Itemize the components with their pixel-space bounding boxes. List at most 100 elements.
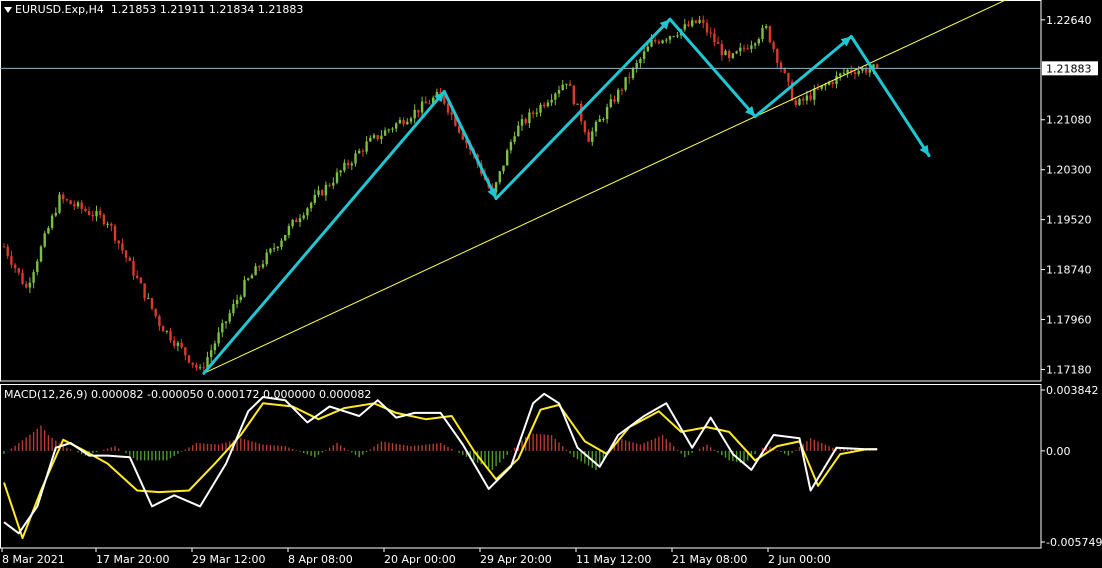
price-tick-label: 1.22640: [1046, 14, 1092, 27]
candle-body: [779, 62, 783, 69]
candle-body: [857, 70, 860, 75]
candle-body: [173, 340, 176, 346]
candle-body: [99, 210, 102, 215]
candle-body: [387, 129, 390, 131]
candle-body: [635, 63, 638, 68]
candle-body: [128, 257, 131, 261]
candle-body: [802, 98, 805, 101]
candle-body: [746, 48, 749, 50]
candle-body: [753, 43, 757, 46]
candle-body: [624, 77, 627, 90]
candle-body: [202, 367, 205, 369]
ohlc-close: 1.21883: [257, 3, 304, 16]
candle-body: [47, 227, 50, 234]
candle-body: [550, 99, 553, 103]
candle-body: [321, 190, 324, 196]
candle-body: [572, 85, 575, 105]
candle-body: [383, 130, 387, 136]
candle-body: [772, 42, 775, 50]
candle-body: [761, 27, 764, 40]
candle-body: [798, 98, 801, 105]
candle-body: [25, 283, 28, 288]
candle-body: [62, 194, 65, 200]
candle-body: [539, 104, 542, 113]
candle-body: [221, 323, 224, 333]
candle-body: [254, 266, 257, 276]
candle-body: [831, 82, 834, 85]
candle-body: [450, 112, 453, 115]
candle-body: [698, 19, 701, 23]
candle-body: [36, 261, 39, 273]
dropdown-triangle-icon[interactable]: [4, 7, 12, 13]
candle-body: [813, 88, 816, 100]
candle-body: [506, 150, 509, 166]
candle-body: [117, 240, 120, 244]
candle-body: [84, 208, 87, 212]
candle-body: [95, 210, 98, 217]
macd-panel-frame: [0, 384, 1042, 549]
candle-body: [180, 342, 183, 348]
timeframe-label: H4: [88, 3, 104, 16]
candle-body: [284, 235, 287, 241]
time-tick-label: 8 Apr 08:00: [288, 553, 353, 566]
candle-body: [232, 303, 235, 314]
candle-body: [609, 99, 612, 108]
candle-body: [853, 72, 857, 75]
candle-body: [324, 184, 328, 196]
candle-body: [228, 313, 231, 322]
candle-body: [417, 109, 420, 113]
candle-body: [705, 23, 709, 33]
candle-body: [842, 72, 846, 74]
candle-body: [864, 68, 868, 73]
candle-body: [524, 119, 527, 124]
candle-body: [358, 150, 361, 154]
candle-body: [395, 123, 398, 129]
macd-header: MACD(12,26,9) 0.000082 -0.000050 0.00017…: [4, 388, 372, 401]
candle-body: [124, 250, 128, 258]
arrow-segment: [849, 34, 931, 158]
candle-body: [709, 32, 712, 34]
price-tick-label: 1.17960: [1046, 314, 1092, 327]
candle-body: [398, 119, 402, 124]
candle-body: [716, 42, 720, 44]
candle-body: [376, 135, 379, 140]
candle-body: [561, 84, 564, 91]
candle-body: [657, 41, 661, 44]
candle-body: [602, 119, 605, 121]
candle-body: [169, 330, 172, 341]
candle-body: [106, 223, 109, 225]
candle-body: [132, 260, 135, 276]
candle-body: [868, 69, 871, 73]
candle-body: [605, 107, 609, 120]
candle-body: [554, 93, 557, 100]
candle-body: [594, 121, 598, 132]
price-tick-label: 1.20300: [1046, 164, 1092, 177]
ohlc-open: 1.21853: [110, 3, 157, 16]
candle-body: [272, 248, 276, 250]
time-tick-label: 2 Jun 00:00: [768, 553, 831, 566]
arrow-segment: [494, 17, 672, 201]
candle-body: [335, 172, 339, 183]
candle-body: [247, 278, 250, 280]
candle-body: [846, 69, 849, 73]
candle-body: [143, 283, 146, 299]
arrow-segment: [442, 90, 498, 201]
candle-body: [2, 246, 6, 248]
candle-body: [591, 131, 594, 142]
macd-tick-label: 0.003842: [1046, 384, 1099, 397]
candle-body: [136, 275, 139, 278]
candle-body: [147, 298, 150, 300]
ohlc-low: 1.21834: [208, 3, 255, 16]
candle-body: [413, 109, 416, 119]
candle-body: [224, 321, 228, 324]
candle-body: [528, 112, 531, 124]
time-tick-label: 17 Mar 20:00: [96, 553, 169, 566]
candle-body: [91, 214, 94, 217]
candle-body: [110, 223, 113, 226]
candle-body: [739, 47, 742, 52]
candle-body: [339, 170, 342, 173]
candle-body: [509, 141, 513, 151]
candle-body: [513, 136, 516, 142]
candle-body: [343, 162, 346, 171]
candle-body: [668, 36, 672, 40]
